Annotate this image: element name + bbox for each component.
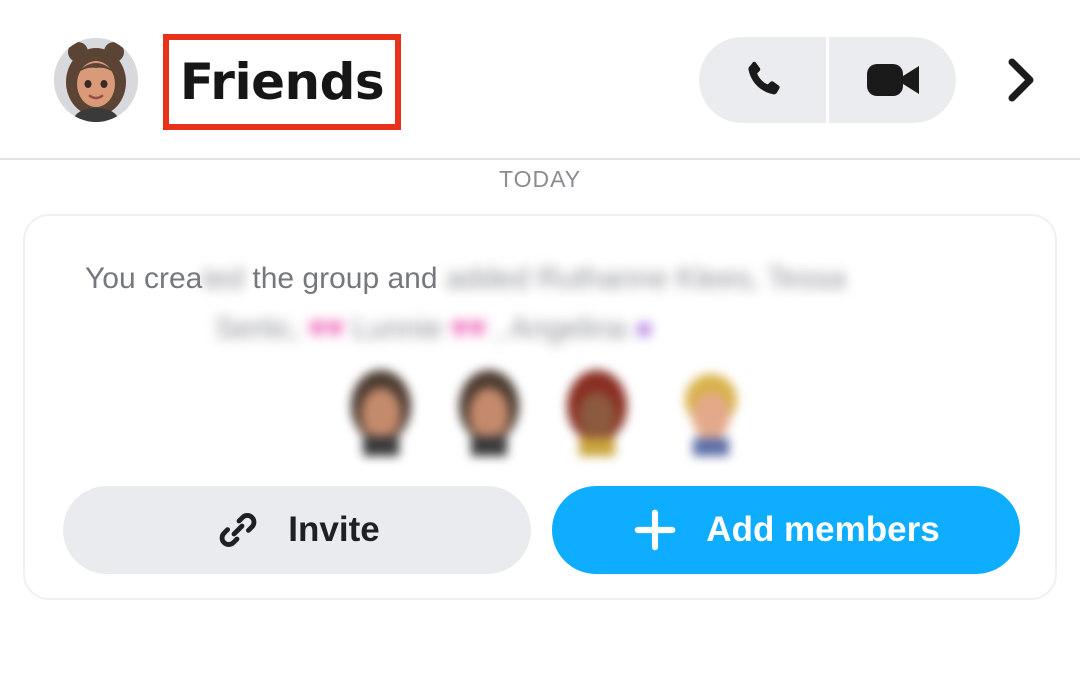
phone-icon bbox=[747, 61, 780, 95]
hearts-emoji-icon: ♥♥ bbox=[450, 312, 487, 345]
add-members-label: Add members bbox=[706, 510, 940, 549]
group-created-card: You created the group and added Ruthanne… bbox=[23, 214, 1057, 600]
call-controls bbox=[699, 37, 956, 123]
hearts-emoji-icon: ♥♥ bbox=[308, 312, 344, 345]
member-avatar-icon bbox=[459, 370, 519, 456]
notice-blurred-text: ted bbox=[202, 262, 245, 295]
chevron-right-icon bbox=[1008, 58, 1034, 102]
date-separator: TODAY bbox=[498, 166, 582, 192]
notice-blurred-text: Sertic, bbox=[215, 312, 301, 345]
member-avatar-icon bbox=[351, 370, 411, 456]
bitmoji-avatar-icon bbox=[54, 38, 138, 122]
link-icon bbox=[220, 513, 257, 547]
more-options-button[interactable] bbox=[996, 48, 1046, 112]
notice-text-mid: the group and bbox=[252, 262, 438, 295]
member-avatar-icon bbox=[685, 374, 737, 456]
video-call-button[interactable] bbox=[829, 37, 956, 123]
purple-emoji-icon: ● bbox=[634, 312, 653, 345]
member-avatar-icon bbox=[567, 370, 627, 456]
chat-screen: Friends TODAY You created the group and … bbox=[0, 0, 1080, 684]
invite-label: Invite bbox=[288, 510, 380, 549]
member-avatars bbox=[25, 366, 1059, 462]
chat-header: Friends bbox=[0, 0, 1080, 160]
group-notice-line-2: Sertic, ♥♥ Lunnie ♥♥ , Angelina ● bbox=[215, 304, 915, 354]
notice-blurred-text: added Ruthanne Klees, Tessa bbox=[445, 262, 846, 295]
invite-button[interactable]: Invite bbox=[63, 486, 531, 574]
plus-icon bbox=[634, 509, 676, 551]
group-notice-line-1: You created the group and added Ruthanne… bbox=[85, 254, 985, 304]
add-members-button[interactable]: Add members bbox=[552, 486, 1020, 574]
notice-blurred-text: , Angelina bbox=[494, 312, 627, 345]
video-camera-icon bbox=[866, 64, 919, 96]
chat-title[interactable]: Friends bbox=[180, 53, 385, 111]
group-avatar[interactable] bbox=[54, 38, 138, 122]
notice-text-start: You crea bbox=[85, 262, 203, 295]
notice-blurred-text: Lunnie bbox=[352, 312, 443, 345]
voice-call-button[interactable] bbox=[699, 37, 826, 123]
title-highlight-box: Friends bbox=[163, 34, 401, 130]
